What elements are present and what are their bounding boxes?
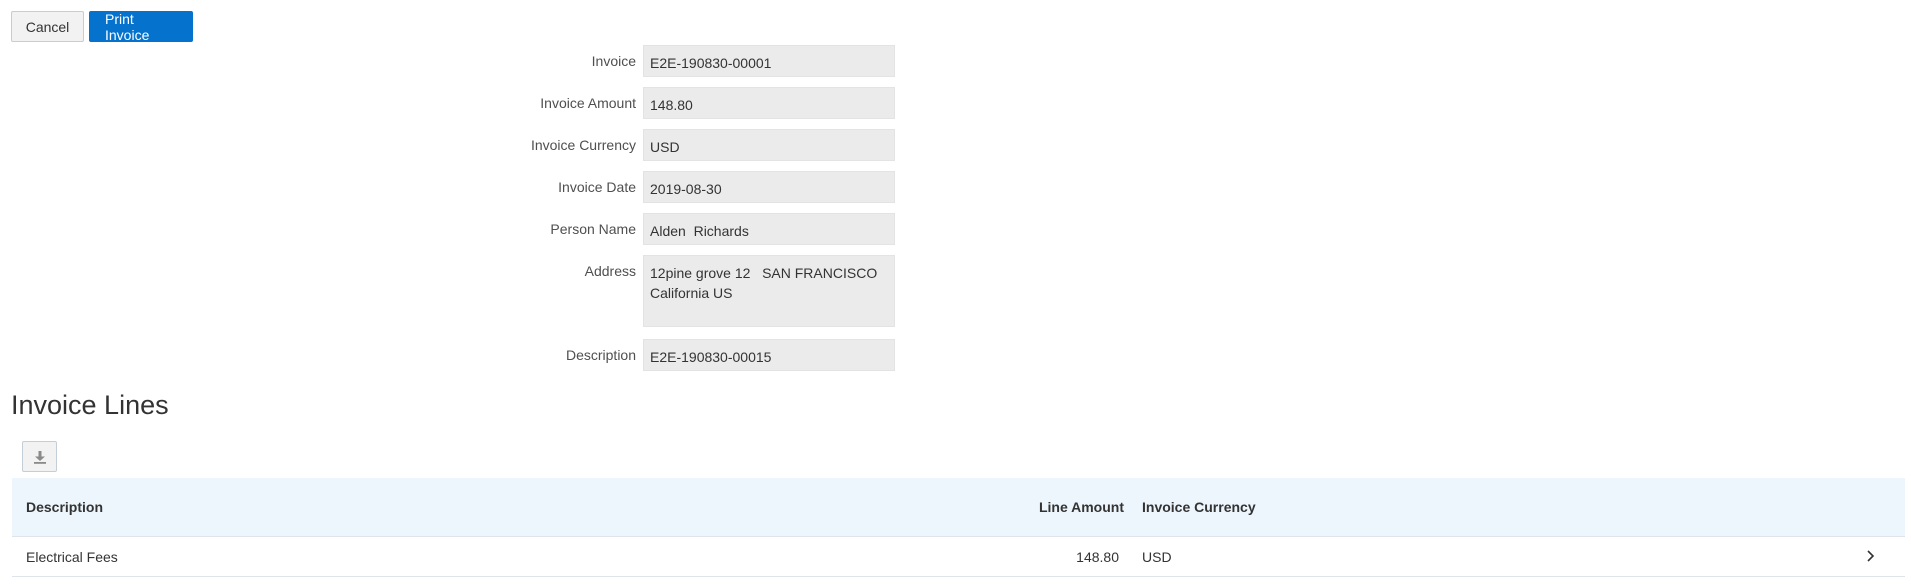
invoice-amount-field[interactable]: 148.80 — [643, 87, 895, 119]
row-invoice-currency: USD — [1142, 548, 1172, 565]
description-field[interactable]: E2E-190830-00015 — [643, 339, 895, 371]
invoice-currency-label: Invoice Currency — [530, 137, 636, 153]
table-header: Description Line Amount Invoice Currency — [12, 478, 1905, 537]
row-description: Electrical Fees — [26, 548, 118, 565]
print-invoice-button[interactable]: Print Invoice — [89, 11, 193, 43]
person-name-field[interactable]: Alden Richards — [643, 213, 895, 245]
invoice-lines-title: Invoice Lines — [11, 390, 169, 420]
person-name-label: Person Name — [550, 221, 636, 237]
address-line-1: 12pine grove 12 SAN FRANCISCO — [650, 265, 878, 281]
invoice-amount-label: Invoice Amount — [540, 95, 636, 111]
column-header-line-amount[interactable]: Line Amount — [1039, 499, 1124, 515]
download-icon — [33, 450, 46, 464]
address-field[interactable]: 12pine grove 12 SAN FRANCISCO California… — [643, 255, 895, 327]
description-label: Description — [565, 347, 636, 363]
invoice-date-field[interactable]: 2019-08-30 — [643, 171, 895, 203]
row-line-amount: 148.80 — [1076, 548, 1119, 565]
address-line-2: California US — [650, 285, 733, 301]
invoice-label: Invoice — [591, 53, 636, 69]
cancel-button[interactable]: Cancel — [11, 11, 84, 42]
invoice-lines-table: Description Line Amount Invoice Currency… — [12, 478, 1905, 577]
table-row[interactable]: Electrical Fees 148.80 USD — [12, 537, 1905, 577]
column-header-description[interactable]: Description — [26, 499, 103, 515]
column-header-invoice-currency[interactable]: Invoice Currency — [1142, 499, 1256, 515]
toolbar: Cancel Print Invoice — [11, 11, 193, 43]
export-button[interactable] — [22, 441, 57, 472]
invoice-currency-field[interactable]: USD — [643, 129, 895, 161]
invoice-field[interactable]: E2E-190830-00001 — [643, 45, 895, 77]
address-label: Address — [584, 263, 636, 279]
chevron-right-icon[interactable] — [1865, 549, 1875, 565]
invoice-date-label: Invoice Date — [558, 179, 636, 195]
